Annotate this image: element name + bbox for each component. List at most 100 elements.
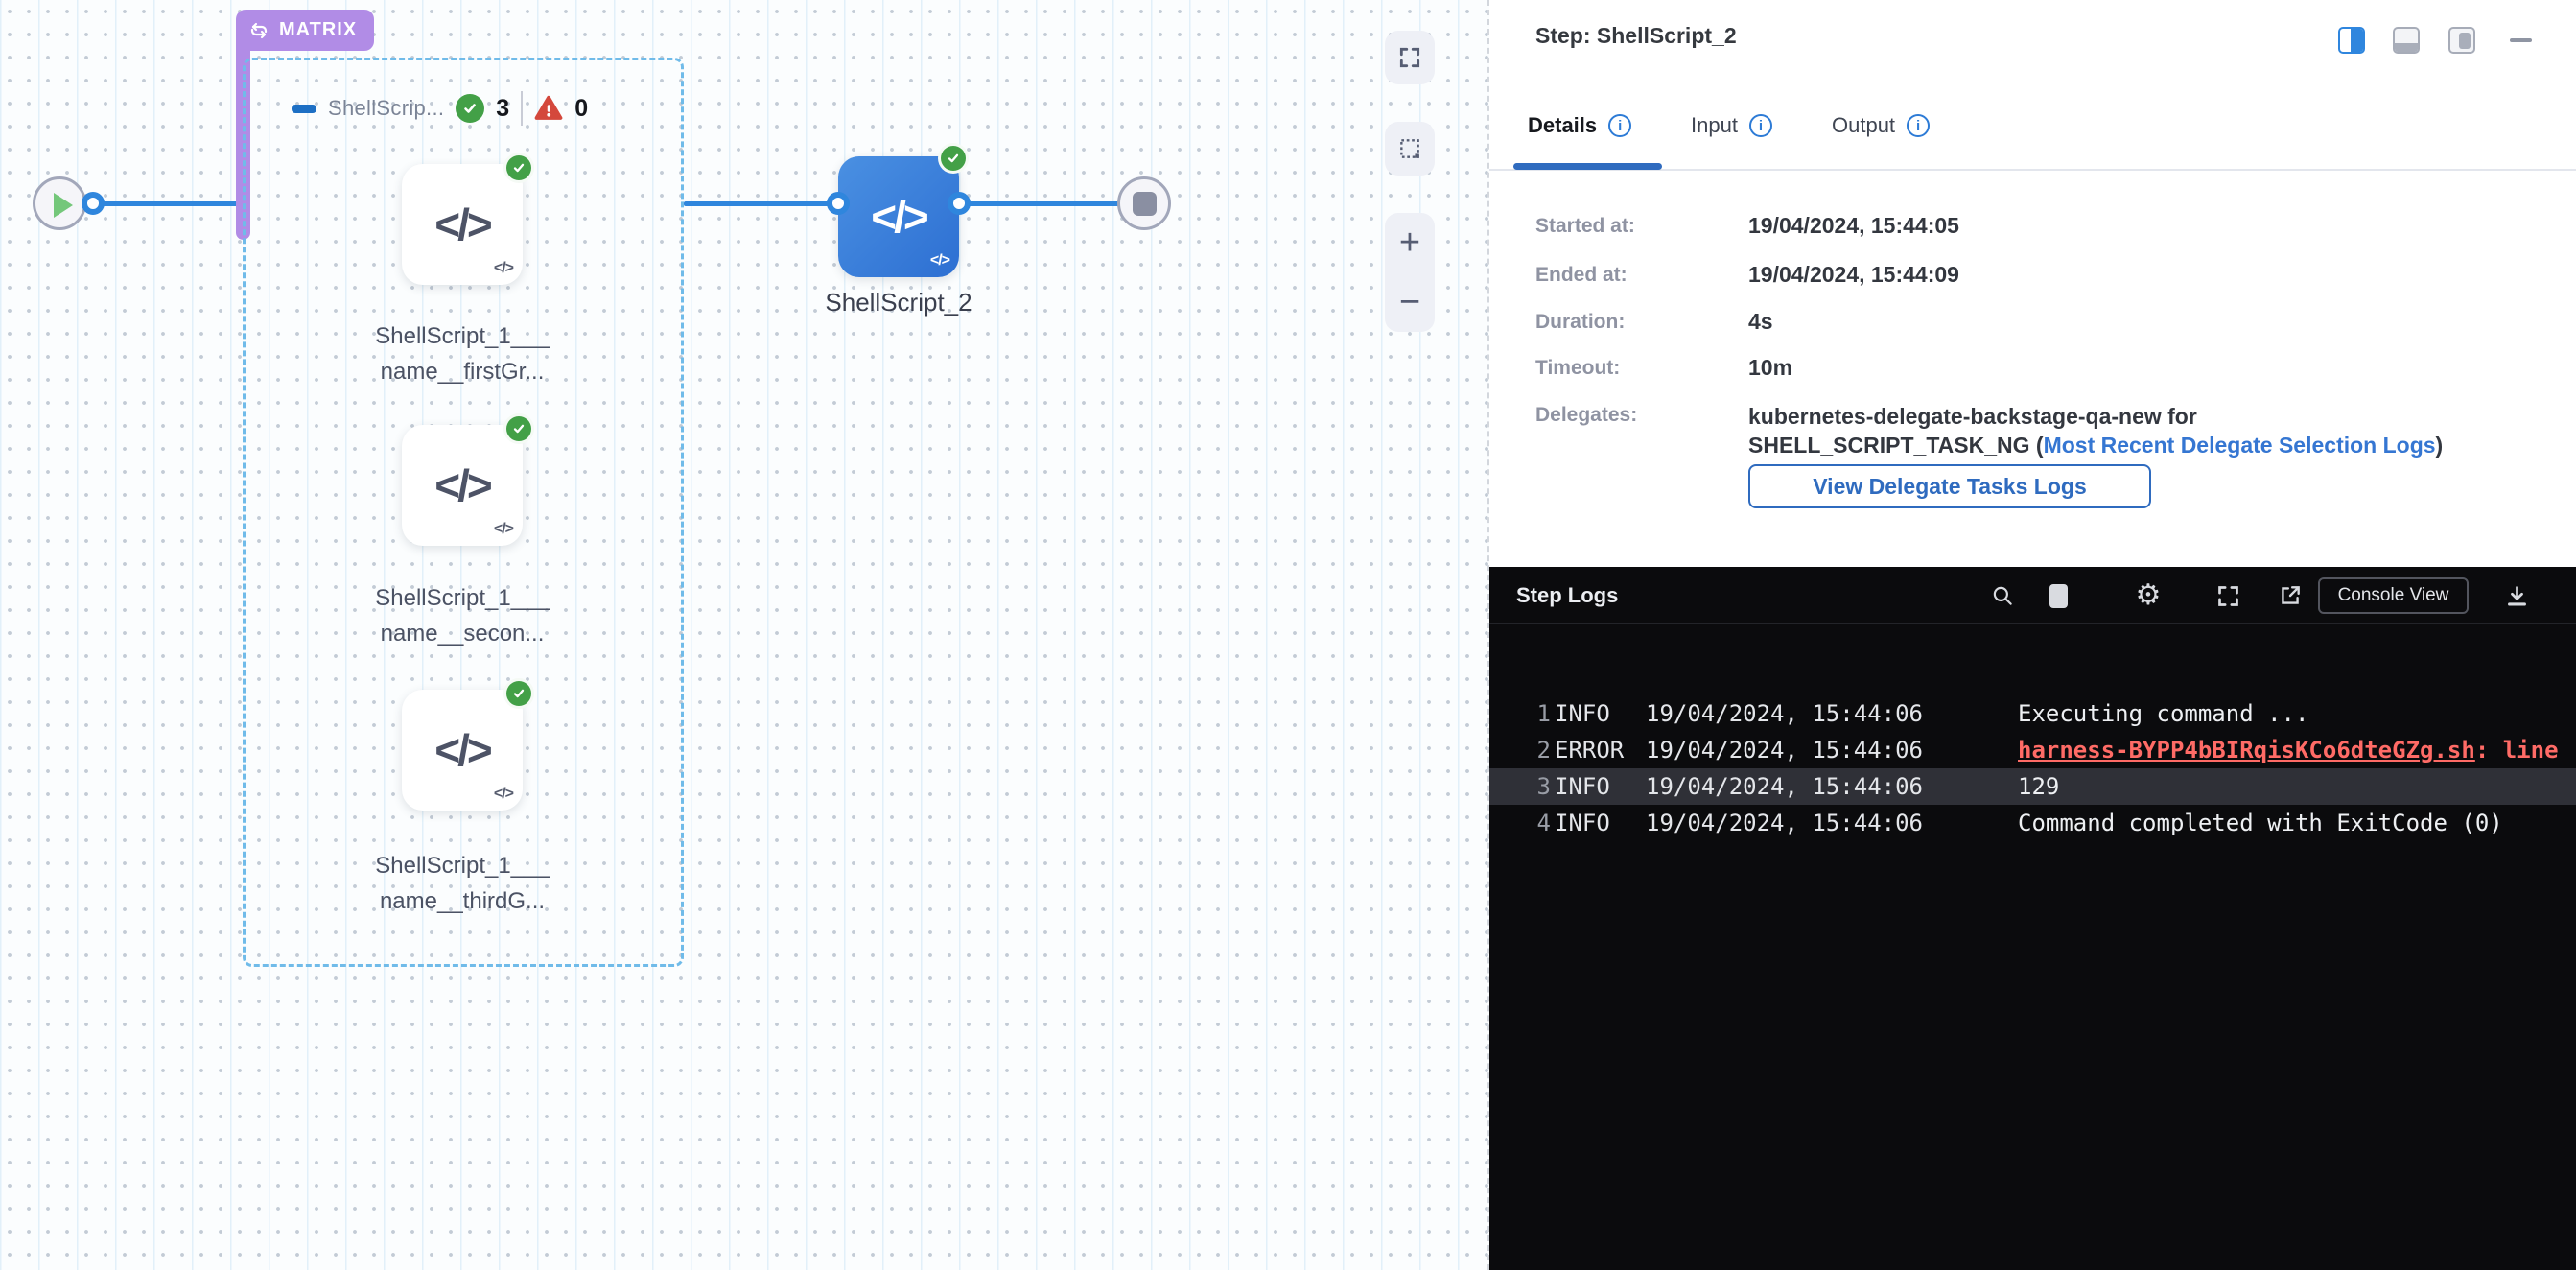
loop-icon [247,19,270,42]
log-line: 3 INFO 19/04/2024, 15:44:06 129 [1489,768,2576,805]
log-rows: 1 INFO 19/04/2024, 15:44:06 Executing co… [1489,695,2576,841]
step2-out-connector-dot [948,192,971,215]
log-message: Executing command ... [2018,700,2576,727]
play-icon [54,193,73,218]
open-external-icon[interactable] [2275,580,2306,611]
log-line-number: 4 [1528,810,1555,836]
info-icon[interactable]: i [1749,114,1772,137]
search-icon[interactable] [1987,580,2018,611]
log-line-number: 2 [1528,737,1555,764]
log-level: INFO [1555,810,1646,836]
edge-matrix-to-step2 [684,201,840,206]
started-at-label: Started at: [1535,215,1635,238]
log-message: harness-BYPP4bBIRqisKCo6dteGZg.sh: line [2018,737,2576,764]
timeout-label: Timeout: [1535,357,1620,380]
delegates-value: kubernetes-delegate-backstage-qa-new for… [1748,402,2443,459]
matrix-node-1[interactable]: </> </> [402,164,523,285]
start-connector-dot [82,192,105,215]
matrix-badge[interactable]: MATRIX [236,10,374,51]
node-success-badge [503,413,534,444]
success-count: 3 [496,95,509,123]
log-timestamp: 19/04/2024, 15:44:06 [1646,773,2018,800]
warning-triangle-icon [534,95,563,122]
node-success-badge [938,143,969,174]
delegate-selection-logs-link[interactable]: Most Recent Delegate Selection Logs [2044,433,2436,458]
log-level: ERROR [1555,737,1646,764]
stop-icon [1133,192,1157,216]
log-timestamp: 19/04/2024, 15:44:06 [1646,810,2018,836]
log-level: INFO [1555,773,1646,800]
log-line: 1 INFO 19/04/2024, 15:44:06 Executing co… [1489,695,2576,732]
step-logs-title: Step Logs [1516,583,1618,608]
settings-gear-icon[interactable]: ⚙ [2133,580,2164,611]
canvas-fullscreen-button[interactable] [1385,31,1435,84]
shell-script-mini-icon: </> [494,521,513,538]
log-level: INFO [1555,700,1646,727]
canvas-select-button[interactable] [1385,122,1435,176]
matrix-group-header[interactable]: ShellScrip... 3 0 [292,90,588,127]
page-title: Step: ShellScript_2 [1535,23,1737,49]
success-check-icon [456,94,484,123]
matrix-node-1-label: ShellScript_1___ name__firstGr... [318,318,606,389]
edge-step2-to-end [957,201,1120,206]
zoom-out-button[interactable]: − [1399,272,1420,332]
marquee-select-icon [1397,136,1422,161]
started-at-value: 19/04/2024, 15:44:05 [1748,213,1959,239]
log-line-number: 3 [1528,773,1555,800]
ended-at-label: Ended at: [1535,264,1628,287]
divider [521,91,523,126]
pipeline-end-node[interactable] [1117,176,1171,230]
log-timestamp: 19/04/2024, 15:44:06 [1646,700,2018,727]
log-message: Command completed with ExitCode (0) [2018,810,2576,836]
shell-script-mini-icon: </> [494,260,513,277]
edge-start-to-matrix [92,201,238,206]
duration-label: Duration: [1535,311,1625,334]
duration-value: 4s [1748,309,1773,335]
tab-details[interactable]: Details i [1528,113,1631,138]
step2-in-connector-dot [827,192,850,215]
expand-fullscreen-icon[interactable] [2213,580,2243,611]
log-message: 129 [2018,773,2576,800]
log-line-number: 1 [1528,700,1555,727]
layout-floating-panel-icon[interactable] [2448,27,2475,54]
layout-bottom-panel-icon[interactable] [2393,27,2420,54]
matrix-node-2-label: ShellScript_1___ name__secon... [318,580,606,651]
collapse-icon[interactable] [292,105,316,113]
layout-right-panel-icon[interactable] [2338,27,2365,54]
matrix-group-label: ShellScrip... [328,96,444,121]
info-icon[interactable]: i [1608,114,1631,137]
minimize-button[interactable] [2510,38,2532,42]
view-delegate-tasks-logs-button[interactable]: View Delegate Tasks Logs [1748,464,2151,508]
step-logs-panel: Step Logs ⚙ Console View 1 INFO 19/04/20… [1489,567,2576,1270]
matrix-node-3-label: ShellScript_1___ name__thirdG... [318,848,606,919]
console-view-button[interactable]: Console View [2318,577,2469,614]
error-log-link[interactable]: harness-BYPP4bBIRqisKCo6dteGZg.sh [2018,737,2475,764]
canvas-zoom-controls[interactable]: + − [1385,213,1435,332]
node-success-badge [503,153,534,183]
node-success-badge [503,678,534,709]
tab-input[interactable]: Input i [1691,113,1772,138]
matrix-node-2[interactable]: </> </> [402,425,523,546]
step2-label: ShellScript_2 [755,288,1042,318]
zoom-in-button[interactable]: + [1399,213,1420,272]
failed-count: 0 [574,95,588,123]
delegates-label: Delegates: [1535,404,1637,427]
copy-icon[interactable] [2043,580,2073,611]
pipeline-start-node[interactable] [33,176,86,230]
pipeline-canvas[interactable]: MATRIX ShellScrip... 3 0 </> </> ShellSc… [0,0,1489,1270]
download-icon[interactable] [2501,580,2532,611]
log-line: 2 ERROR 19/04/2024, 15:44:06 harness-BYP… [1489,732,2576,768]
step-logs-header: Step Logs ⚙ Console View [1489,567,2576,624]
matrix-badge-label: MATRIX [279,19,357,41]
active-tab-underline [1513,163,1662,170]
step-node-shellscript-2[interactable]: </> </> [838,156,959,277]
info-icon[interactable]: i [1907,114,1930,137]
log-line: 4 INFO 19/04/2024, 15:44:06 Command comp… [1489,805,2576,841]
log-timestamp: 19/04/2024, 15:44:06 [1646,737,2018,764]
matrix-node-3[interactable]: </> </> [402,690,523,811]
tab-output[interactable]: Output i [1832,113,1930,138]
shell-script-mini-icon: </> [494,786,513,803]
timeout-value: 10m [1748,355,1792,381]
fullscreen-icon [1397,45,1422,70]
shell-script-mini-icon: </> [930,252,949,270]
